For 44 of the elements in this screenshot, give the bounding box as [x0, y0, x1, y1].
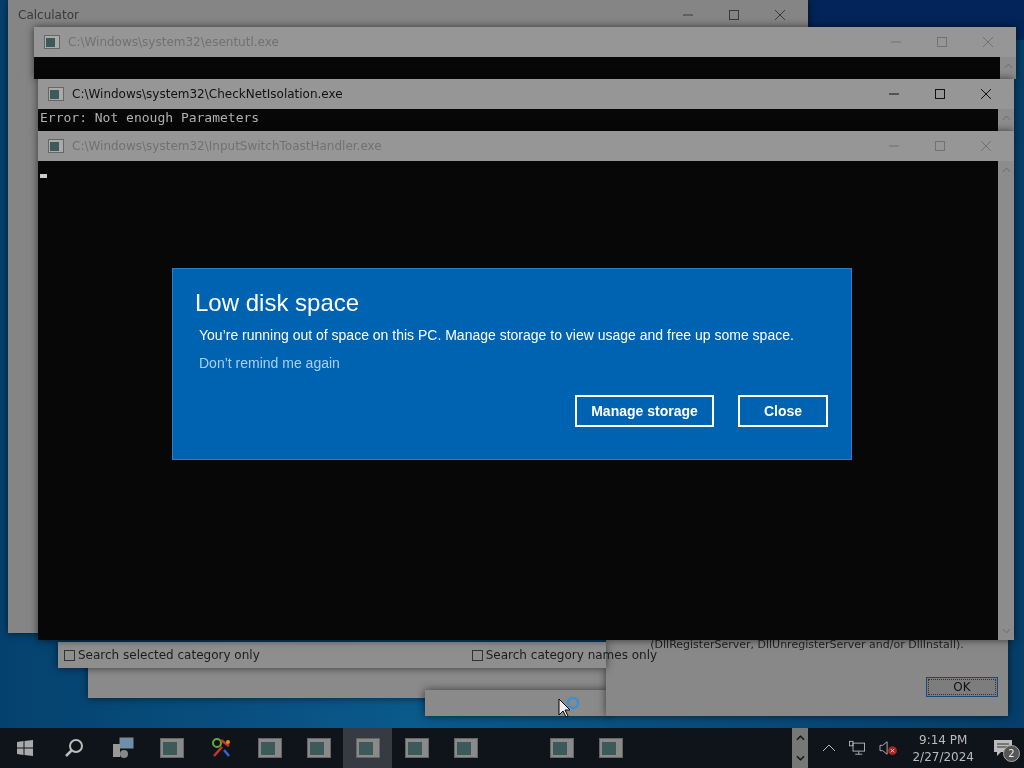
dialog-title: Low disk space — [195, 289, 361, 317]
maximize-icon[interactable] — [728, 9, 740, 21]
console-icon — [48, 139, 64, 153]
notification-count: 2 — [1003, 745, 1020, 762]
computer-tool-icon[interactable] — [110, 736, 135, 760]
time-text: 9:14 PM — [919, 732, 968, 747]
console-icon[interactable] — [355, 738, 380, 758]
console-icon — [48, 87, 64, 101]
console-text: Error: Not enough Parameters — [40, 110, 260, 125]
checkbox-box[interactable] — [471, 649, 483, 661]
checkbox-box[interactable] — [64, 649, 75, 661]
close-icon[interactable] — [980, 88, 992, 100]
scroll-up-icon[interactable] — [795, 735, 805, 741]
window-title: Calculator — [18, 8, 80, 22]
dont-remind-link[interactable]: Don’t remind me again — [199, 355, 340, 371]
chevron-up-icon[interactable] — [822, 744, 837, 752]
window-title: C:\Windows\system32\CheckNetIsolation.exe — [72, 87, 344, 101]
search-icon[interactable] — [63, 738, 84, 758]
ok-button[interactable]: OK — [926, 677, 998, 697]
close-button[interactable]: Close — [738, 395, 828, 427]
taskbar-scroll[interactable] — [792, 728, 809, 768]
muted-speaker-icon[interactable] — [878, 740, 899, 756]
scrollbar[interactable] — [1000, 57, 1016, 79]
clock[interactable]: 9:14 PM 2/27/2024 — [912, 732, 974, 764]
console-icon — [44, 35, 60, 49]
notification-button[interactable]: 2 — [988, 728, 1018, 768]
windows-logo-icon[interactable] — [16, 740, 33, 756]
scroll-down-icon[interactable] — [795, 755, 805, 761]
console-icon[interactable] — [453, 738, 478, 758]
console-icon[interactable] — [404, 738, 429, 758]
console-icon[interactable] — [598, 738, 623, 758]
console-icon[interactable] — [159, 738, 184, 758]
date-text: 2/27/2024 — [912, 749, 974, 764]
network-icon[interactable] — [848, 740, 867, 756]
scrollbar[interactable] — [998, 109, 1014, 131]
maximize-icon[interactable] — [934, 88, 946, 100]
message-text: (DllRegisterServer, DllUnregisterServer and/or DllInstall). — [650, 638, 964, 651]
console-icon[interactable] — [306, 738, 331, 758]
dialog-message: You’re running out of space on this PC. Manage storage to view usage and free up some space. — [199, 327, 795, 343]
console-icon[interactable] — [257, 738, 282, 758]
console-icon[interactable] — [549, 738, 574, 758]
manage-storage-button[interactable]: Manage storage — [575, 395, 714, 427]
close-icon[interactable] — [774, 9, 786, 21]
text-cursor — [40, 174, 47, 178]
